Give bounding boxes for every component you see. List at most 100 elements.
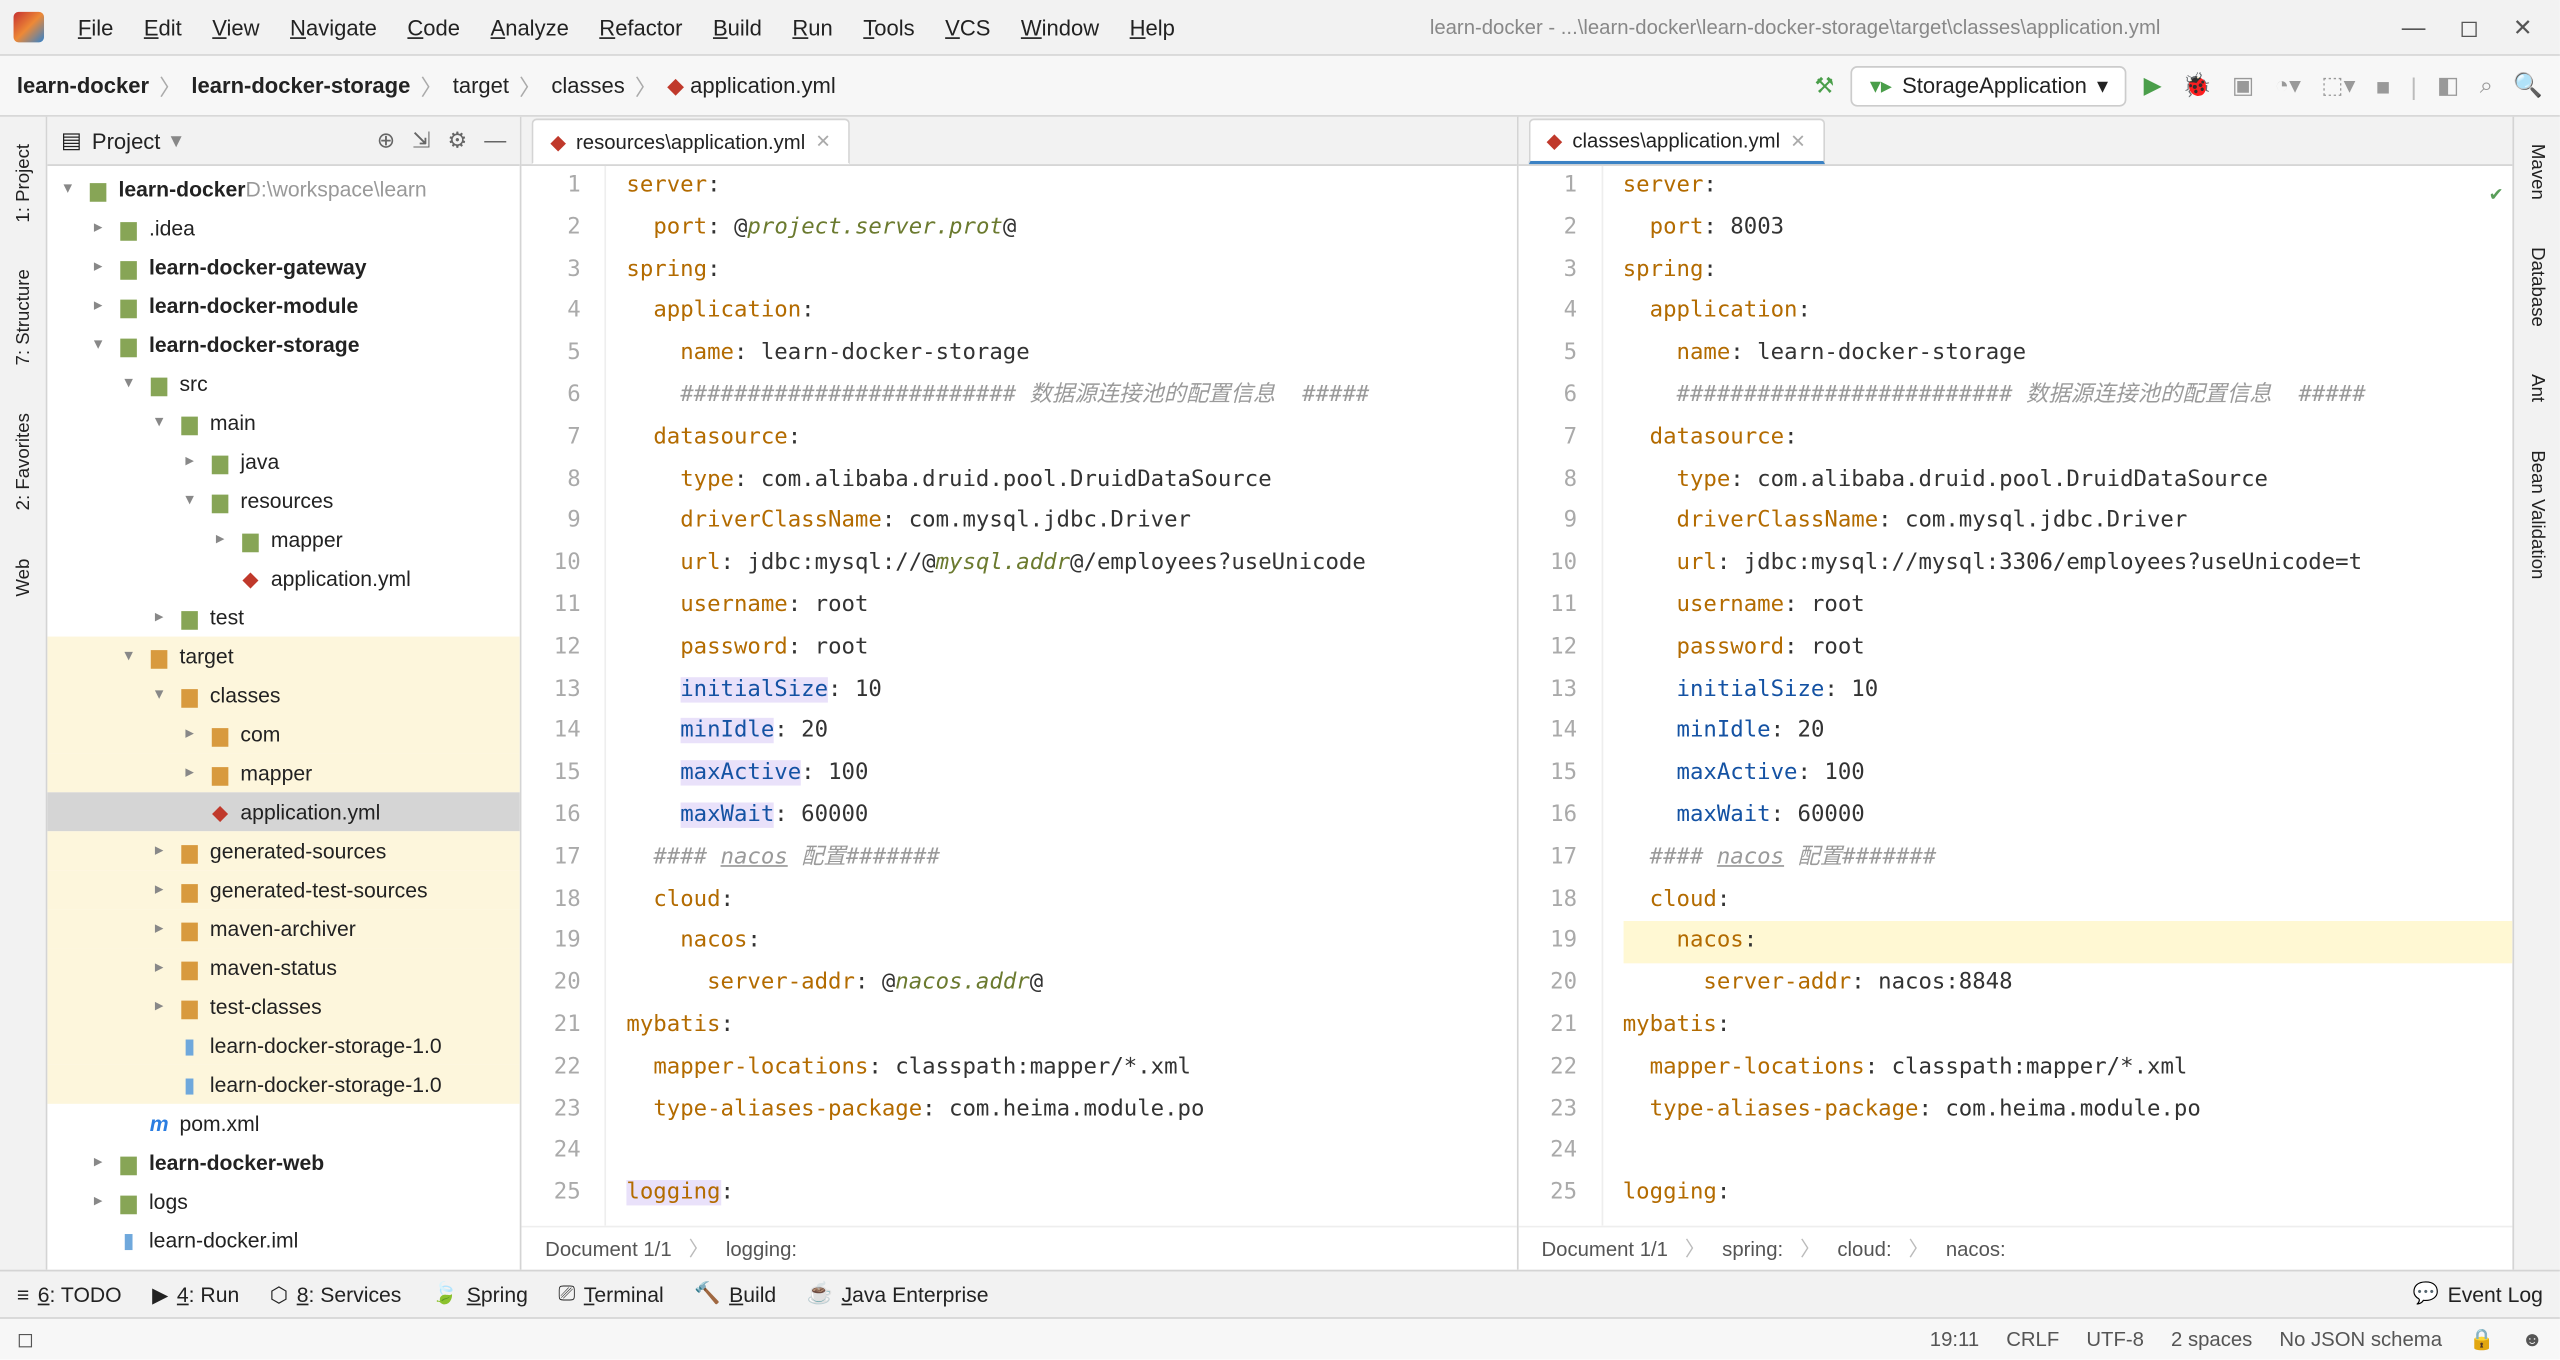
tree-node[interactable]: ▸▆test	[47, 598, 519, 637]
gear-icon[interactable]: ⚙	[448, 127, 468, 154]
tree-node[interactable]: ▸▆maven-status	[47, 948, 519, 987]
project-pane-title[interactable]: Project	[92, 128, 161, 153]
schema-info[interactable]: No JSON schema	[2279, 1327, 2442, 1351]
menu-code[interactable]: Code	[394, 8, 474, 47]
status-icon[interactable]: ◻	[17, 1327, 34, 1351]
tree-node[interactable]: ▸▆learn-docker-web	[47, 1143, 519, 1182]
inspection-ok-icon[interactable]: ✔	[2490, 173, 2502, 215]
close-tab-icon[interactable]: ✕	[815, 130, 831, 152]
code-editor-right[interactable]: 1234567891011121314151617181920212223242…	[1518, 166, 2513, 1226]
menu-navigate[interactable]: Navigate	[277, 8, 391, 47]
editor-breadcrumb-left[interactable]: Document 1/1〉logging:	[521, 1226, 1516, 1270]
tree-node[interactable]: mpom.xml	[47, 1104, 519, 1143]
chevron-down-icon[interactable]: ▾	[171, 127, 182, 154]
coverage-icon[interactable]: ▣	[2232, 71, 2254, 100]
search-everywhere-icon[interactable]: ⌕	[2480, 71, 2493, 100]
minimize-icon[interactable]: —	[2402, 13, 2426, 42]
tool-ant[interactable]: Ant	[2527, 364, 2547, 412]
tree-node[interactable]: ▸▆.idea	[47, 208, 519, 247]
update-icon[interactable]: ◧	[2437, 71, 2459, 100]
profile-icon[interactable]: ◔▾	[2275, 71, 2301, 100]
tree-node[interactable]: ▮learn-docker.iml	[47, 1221, 519, 1260]
tree-node[interactable]: ▸▆generated-sources	[47, 831, 519, 870]
breadcrumb-item[interactable]: spring:	[1722, 1237, 1783, 1261]
code-editor-left[interactable]: 1234567891011121314151617181920212223242…	[521, 166, 1516, 1226]
run-icon[interactable]: ▶	[2144, 71, 2162, 100]
attach-icon[interactable]: ⬚▾	[2321, 71, 2355, 100]
menu-tools[interactable]: Tools	[850, 8, 928, 47]
tool-structure[interactable]: 7: Structure	[13, 260, 33, 377]
tool-web[interactable]: Web	[13, 548, 33, 606]
tree-node[interactable]: ▸▆test-classes	[47, 987, 519, 1026]
breadcrumb-item[interactable]: ◆ application.yml	[667, 72, 836, 99]
tree-node[interactable]: ▸▆com	[47, 714, 519, 753]
menu-file[interactable]: File	[64, 8, 127, 47]
debug-icon[interactable]: 🐞	[2182, 71, 2212, 100]
locate-icon[interactable]: ⊕	[377, 127, 395, 154]
menu-help[interactable]: Help	[1116, 8, 1188, 47]
tool-project[interactable]: 1: Project	[13, 134, 33, 233]
tree-node[interactable]: ▸▆learn-docker-gateway	[47, 247, 519, 286]
hide-icon[interactable]: —	[484, 127, 506, 154]
breadcrumb-item[interactable]: logging:	[726, 1237, 797, 1261]
tree-node[interactable]: ▸▆java	[47, 442, 519, 481]
breadcrumb-item[interactable]: Document 1/1	[545, 1237, 671, 1261]
toolwindow-services[interactable]: ⬡8: Services	[270, 1282, 402, 1307]
tree-node[interactable]: ▮learn-docker-storage-1.0	[47, 1065, 519, 1104]
tree-node[interactable]: ▸▆learn-docker-module	[47, 286, 519, 325]
menu-build[interactable]: Build	[699, 8, 775, 47]
build-hammer-icon[interactable]: ⚒	[1815, 72, 1835, 99]
tree-node[interactable]: ▾▆main	[47, 403, 519, 442]
toolwindow-build[interactable]: 🔨Build	[694, 1282, 776, 1307]
tree-node[interactable]: ▾▆target	[47, 637, 519, 676]
tree-node[interactable]: ▸▆generated-test-sources	[47, 870, 519, 909]
tree-node[interactable]: ▮learn-docker-storage-1.0	[47, 1026, 519, 1065]
tree-node[interactable]: ▾▆classes	[47, 676, 519, 715]
breadcrumb-item[interactable]: classes	[551, 73, 624, 98]
toolwindow-todo[interactable]: ≡6: TODO	[17, 1282, 122, 1306]
close-icon[interactable]: ✕	[2513, 13, 2533, 42]
tree-node[interactable]: ◆application.yml	[47, 559, 519, 598]
toolwindow-terminal[interactable]: ⎚Terminal	[558, 1282, 663, 1307]
lock-icon[interactable]: 🔒	[2469, 1327, 2494, 1351]
expand-icon[interactable]: ⇲	[412, 127, 430, 154]
tool-beanvalidation[interactable]: Bean Validation	[2527, 440, 2547, 589]
toolwindow-run[interactable]: ▶4: Run	[152, 1282, 239, 1307]
breadcrumb-item[interactable]: nacos:	[1946, 1237, 2006, 1261]
breadcrumb[interactable]: learn-docker〉learn-docker-storage〉target…	[17, 69, 836, 101]
tree-node[interactable]: ▸▆mapper	[47, 753, 519, 792]
breadcrumb-item[interactable]: learn-docker-storage	[191, 73, 410, 98]
menu-view[interactable]: View	[199, 8, 273, 47]
close-tab-icon[interactable]: ✕	[1790, 130, 1806, 152]
editor-breadcrumb-right[interactable]: Document 1/1〉spring:〉cloud:〉nacos:	[1518, 1226, 2513, 1270]
menu-refactor[interactable]: Refactor	[586, 8, 696, 47]
tool-maven[interactable]: Maven	[2527, 134, 2547, 210]
tree-node[interactable]: ◆application.yml	[47, 792, 519, 831]
tree-node[interactable]: ▸▆logs	[47, 1182, 519, 1221]
indent-info[interactable]: 2 spaces	[2171, 1327, 2252, 1351]
menu-edit[interactable]: Edit	[130, 8, 195, 47]
toolwindow-javaenterprise[interactable]: ☕Java Enterprise	[807, 1282, 989, 1307]
caret-position[interactable]: 19:11	[1930, 1327, 1979, 1351]
inspector-icon[interactable]: ☻	[2521, 1327, 2542, 1351]
breadcrumb-item[interactable]: Document 1/1	[1541, 1237, 1667, 1261]
breadcrumb-item[interactable]: learn-docker	[17, 73, 149, 98]
menu-run[interactable]: Run	[779, 8, 846, 47]
tree-node[interactable]: ▸▆maven-archiver	[47, 909, 519, 948]
toolwindow-spring[interactable]: 🍃Spring	[432, 1282, 528, 1307]
file-encoding[interactable]: UTF-8	[2086, 1327, 2144, 1351]
breadcrumb-item[interactable]: cloud:	[1837, 1237, 1891, 1261]
tool-favorites[interactable]: 2: Favorites	[13, 403, 33, 521]
event-log[interactable]: 💬Event Log	[2413, 1282, 2543, 1307]
stop-icon[interactable]: ■	[2376, 72, 2390, 99]
tree-node[interactable]: ▾▆resources	[47, 481, 519, 520]
search-icon[interactable]: 🔍	[2513, 71, 2543, 100]
tool-database[interactable]: Database	[2527, 237, 2547, 337]
breadcrumb-item[interactable]: target	[453, 73, 509, 98]
menu-vcs[interactable]: VCS	[932, 8, 1004, 47]
tab-resources-application-yml[interactable]: ◆ resources\application.yml ✕	[532, 119, 850, 165]
tree-node[interactable]: ▸▆mapper	[47, 520, 519, 559]
line-separator[interactable]: CRLF	[2006, 1327, 2059, 1351]
run-config-selector[interactable]: ▾▸ StorageApplication ▾	[1851, 65, 2127, 106]
tree-node[interactable]: ▾▆learn-docker D:\workspace\learn	[47, 169, 519, 208]
